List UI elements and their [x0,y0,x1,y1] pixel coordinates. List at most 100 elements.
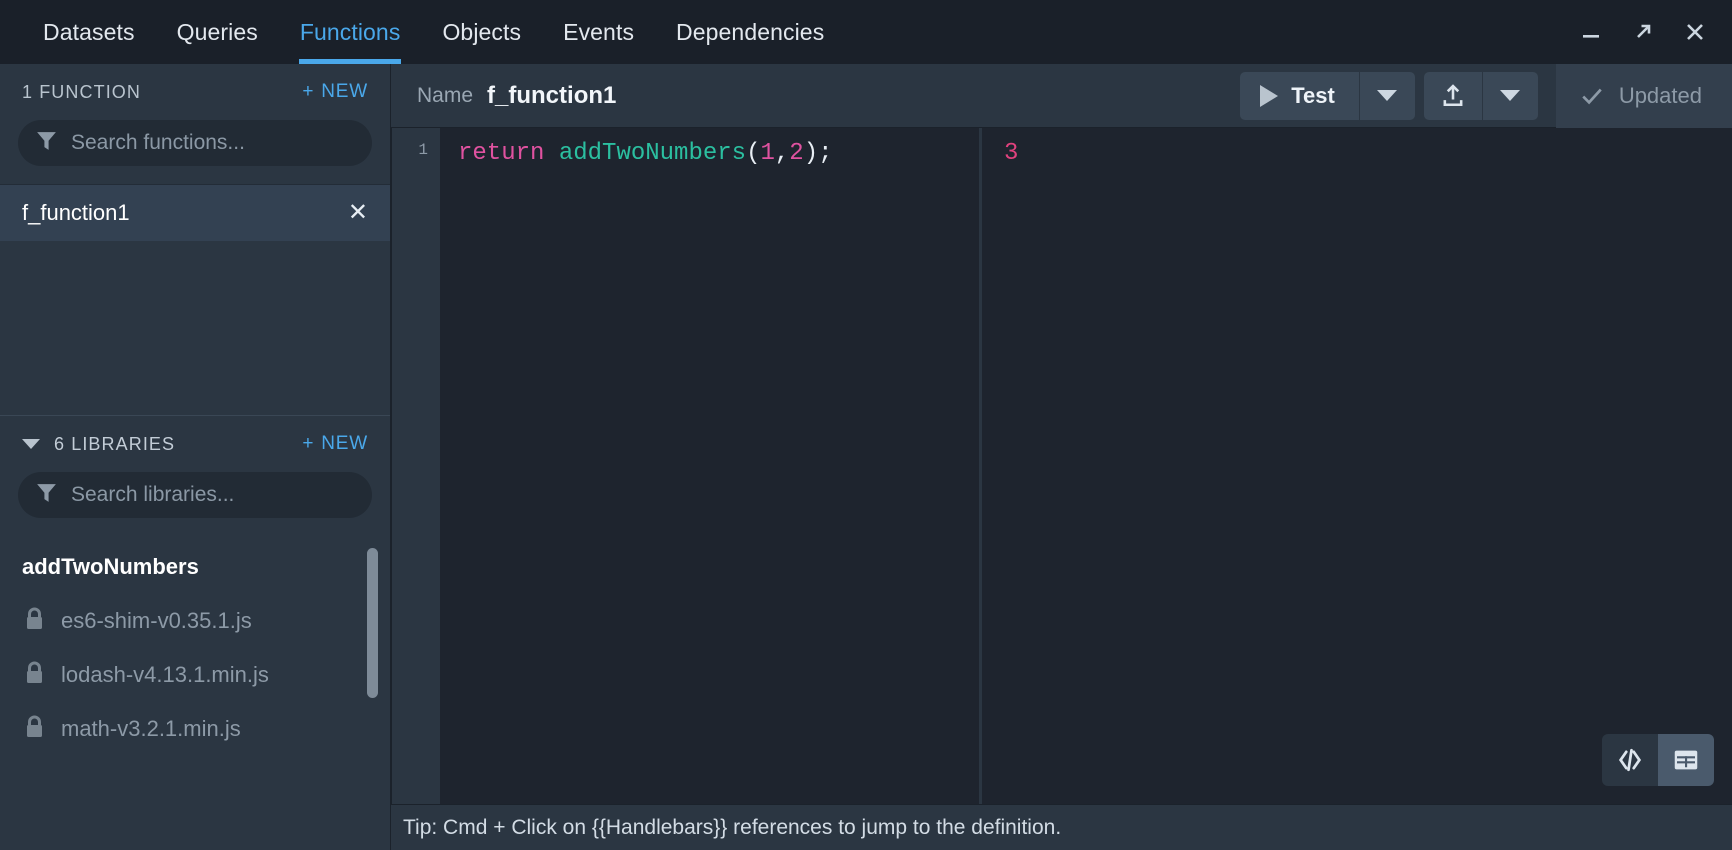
close-icon[interactable]: ✕ [348,201,368,225]
close-icon [1687,24,1703,40]
tab-label: Events [563,18,635,45]
functions-search-box[interactable] [18,120,372,166]
library-name-label: es6-shim-v0.35.1.js [61,608,252,633]
tab-events[interactable]: Events [542,0,655,64]
test-button-group: Test [1240,71,1415,120]
function-header: Name f_function1 Test Updated [391,63,1732,128]
tip-bar: Tip: Cmd + Click on {{Handlebars}} refer… [391,804,1732,850]
test-button[interactable]: Test [1240,71,1359,120]
output-view-toggle-group [1602,734,1714,786]
filter-funnel-icon [34,480,59,510]
library-list-item[interactable]: math-v3.2.1.min.js [0,702,390,756]
table-view-toggle[interactable] [1658,734,1714,786]
code-token-number: 2 [789,140,804,167]
new-library-button[interactable]: + NEW [302,433,368,455]
name-label: Name [417,83,474,107]
window-controls [1578,0,1732,64]
library-name-label: lodash-v4.13.1.min.js [61,662,269,687]
tab-objects[interactable]: Objects [421,0,542,64]
test-dropdown-button[interactable] [1358,71,1415,120]
new-function-label: NEW [321,81,368,102]
new-function-button[interactable]: + NEW [302,81,368,103]
play-icon [1260,84,1279,107]
code-token-number: 1 [760,140,775,167]
tab-label: Queries [176,18,258,45]
minimize-button[interactable] [1578,19,1604,45]
function-name-label: f_function1 [22,200,130,225]
tab-functions[interactable]: Functions [279,0,422,64]
line-number-gutter: 1 [392,128,440,804]
code-token-paren-close: ) [803,140,819,167]
output-value: 3 [1004,140,1019,167]
search-libraries-input[interactable] [71,483,356,507]
new-library-label: NEW [321,433,368,454]
function-list-item[interactable]: f_function1 ✕ [0,185,390,241]
maximize-button[interactable] [1630,19,1656,45]
tab-label: Datasets [43,18,135,45]
functions-list: f_function1 ✕ [0,184,390,241]
library-name-label: math-v3.2.1.min.js [61,716,241,741]
export-button[interactable] [1423,71,1482,120]
tab-queries[interactable]: Queries [156,0,279,64]
code-view-toggle[interactable] [1602,734,1658,786]
editor-row: 1 return addTwoNumbers(1,2); 3 [391,128,1732,804]
code-brackets-icon [1618,748,1642,772]
lock-icon [22,606,47,637]
table-grid-icon [1674,750,1698,770]
close-button[interactable] [1682,19,1708,45]
function-name-value[interactable]: f_function1 [487,82,616,110]
filter-funnel-icon [34,128,59,158]
library-list-item[interactable]: addTwoNumbers [0,540,390,594]
updated-status-label: Updated [1618,82,1702,108]
code-token-comma: , [774,140,790,167]
functions-list-empty-space [0,241,390,416]
libraries-panel: 6 LIBRARIES + NEW addTwoNumbers [0,416,390,850]
library-list-item[interactable]: es6-shim-v0.35.1.js [0,594,390,648]
updated-status-button[interactable]: Updated [1555,63,1732,128]
plus-icon: + [302,81,315,102]
test-button-label: Test [1291,82,1335,108]
title-bar: Datasets Queries Functions Objects Event… [0,0,1732,64]
main-nav-tabs: Datasets Queries Functions Objects Event… [0,0,845,64]
libraries-list[interactable]: addTwoNumbers es6-shim-v0.35.1.js lodash… [0,536,390,850]
tab-label: Objects [442,18,522,45]
lock-icon [22,714,47,745]
libraries-count-label: 6 LIBRARIES [54,433,176,454]
chevron-down-icon[interactable] [22,439,40,449]
tab-label: Functions [299,18,401,45]
code-token-paren-open: ( [746,140,761,167]
libraries-search-box[interactable] [18,472,372,518]
header-actions: Test Updated [1240,63,1732,128]
code-editor[interactable]: return addTwoNumbers(1,2); [440,128,979,804]
expand-arrow-icon [1637,24,1651,38]
plus-icon: + [302,433,315,454]
tab-datasets[interactable]: Datasets [22,0,156,64]
code-token-function: addTwoNumbers [558,140,747,167]
libraries-section-header: 6 LIBRARIES + NEW [0,416,390,472]
line-number: 1 [418,141,428,159]
upload-icon [1443,83,1463,106]
code-token-keyword: return [458,140,545,167]
libraries-scrollbar[interactable] [367,548,378,698]
chevron-down-icon [1500,90,1521,101]
tab-dependencies[interactable]: Dependencies [655,0,845,64]
functions-section-header: 1 FUNCTION + NEW [0,64,390,120]
tab-label: Dependencies [676,18,825,45]
library-name-label: addTwoNumbers [22,554,199,579]
search-functions-input[interactable] [71,131,356,155]
functions-count-label: 1 FUNCTION [22,81,141,102]
main-panel: Name f_function1 Test Updated 1 return a… [391,63,1732,850]
code-editor-pane: 1 return addTwoNumbers(1,2); [392,128,979,804]
export-button-group [1423,71,1538,120]
functions-search-wrap [0,120,390,184]
library-list-item[interactable]: lodash-v4.13.1.min.js [0,648,390,702]
sidebar: 1 FUNCTION + NEW f_function1 ✕ [0,64,391,850]
export-dropdown-button[interactable] [1481,71,1538,120]
app-body: 1 FUNCTION + NEW f_function1 ✕ [0,63,1732,850]
libraries-search-wrap [0,472,390,536]
chevron-down-icon [1377,90,1398,101]
check-icon [1582,88,1602,104]
output-pane: 3 [979,128,1732,804]
lock-icon [22,660,47,691]
